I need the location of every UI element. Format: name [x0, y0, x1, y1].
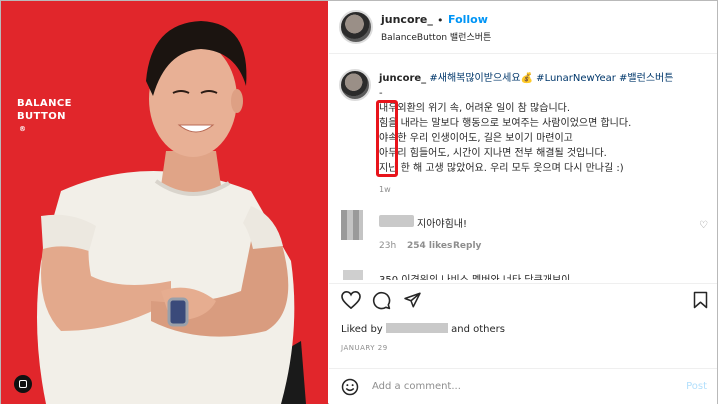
caption-line-1: 내우외환의 위기 속, 어려운 일이 참 많습니다.	[379, 103, 571, 114]
separator-dot: •	[437, 14, 444, 27]
like-heart-icon[interactable]	[341, 291, 361, 309]
caption-line-3: 야속한 우리 인생이어도, 길은 보이기 마련이고	[379, 133, 573, 144]
man-in-white-tshirt-image	[1, 1, 328, 404]
commenter-username-blurred[interactable]	[379, 215, 414, 227]
comment-text: 지아야힘내!	[417, 219, 468, 230]
next-comment-partial: 350 이경위의 나비스 멤버와 너타 당큰개보이	[329, 268, 717, 280]
post-caption: juncore_ #새해복많이받으세요💰 #LunarNewYear #밸런스버…	[379, 71, 714, 176]
author-avatar[interactable]	[339, 10, 373, 44]
liked-by-line: Liked by and others	[341, 323, 505, 335]
caption-author-avatar[interactable]	[339, 69, 371, 101]
caption-username[interactable]: juncore_	[379, 73, 426, 84]
follow-button[interactable]: Follow	[448, 13, 488, 26]
actions-divider	[329, 283, 717, 284]
comment-likes[interactable]: 254 likes	[407, 241, 452, 251]
liked-by-prefix: Liked by	[341, 324, 383, 335]
brand-registered-mark: ®	[19, 125, 27, 133]
post-photo[interactable]: BALANCE BUTTON ®	[1, 1, 328, 404]
highlight-annotation-box	[376, 100, 398, 177]
emoji-smiley-icon[interactable]	[341, 378, 359, 396]
brand-logo: BALANCE BUTTON ®	[17, 97, 72, 136]
caption-line-2: 힘을 내라는 말보다 행동으로 보여주는 사람이었으면 합니다.	[379, 118, 632, 129]
caption-line-0: -	[379, 88, 383, 99]
author-username[interactable]: juncore_	[381, 13, 433, 26]
post-date[interactable]: JANUARY 29	[341, 344, 388, 352]
liked-by-suffix[interactable]: and others	[451, 324, 505, 335]
next-commenter-avatar[interactable]	[343, 270, 363, 280]
comment-like-icon[interactable]: ♡	[699, 220, 708, 231]
comment-bubble-icon[interactable]	[372, 291, 391, 310]
comment-reply-button[interactable]: Reply	[453, 241, 481, 251]
caption-time[interactable]: 1w	[379, 185, 391, 194]
post-details-panel: juncore_ • Follow BalanceButton 밸런스버튼 ju…	[329, 1, 717, 404]
post-comment-button[interactable]: Post	[686, 381, 707, 392]
save-bookmark-icon[interactable]	[693, 291, 708, 309]
next-comment-text: 350 이경위의 나비스 멤버와 너타 당큰개보이	[379, 271, 570, 280]
instagram-logo-icon[interactable]	[14, 375, 32, 393]
caption-hashtags[interactable]: #새해복많이받으세요💰 #LunarNewYear #밸런스버튼	[429, 73, 673, 84]
add-comment-input[interactable]: Add a comment...	[372, 381, 461, 392]
post-location-audio[interactable]: BalanceButton 밸런스버튼	[381, 30, 491, 43]
comment-time[interactable]: 23h	[379, 241, 396, 251]
brand-line-1: BALANCE	[17, 98, 72, 109]
share-paper-plane-icon[interactable]	[403, 291, 422, 309]
caption-line-5: 지난 한 해 고생 많았어요. 우리 모두 웃으며 다시 만나길 :)	[379, 163, 624, 174]
post-header: juncore_ • Follow BalanceButton 밸런스버튼	[329, 1, 717, 54]
liked-by-username-blurred[interactable]	[385, 323, 448, 333]
brand-line-2: BUTTON	[17, 111, 66, 122]
caption-line-4: 아무리 힘들어도, 시간이 지나면 전부 해결될 것입니다.	[379, 148, 607, 159]
commenter-avatar[interactable]	[341, 210, 363, 240]
add-comment-bar: Add a comment... Post	[329, 368, 717, 405]
